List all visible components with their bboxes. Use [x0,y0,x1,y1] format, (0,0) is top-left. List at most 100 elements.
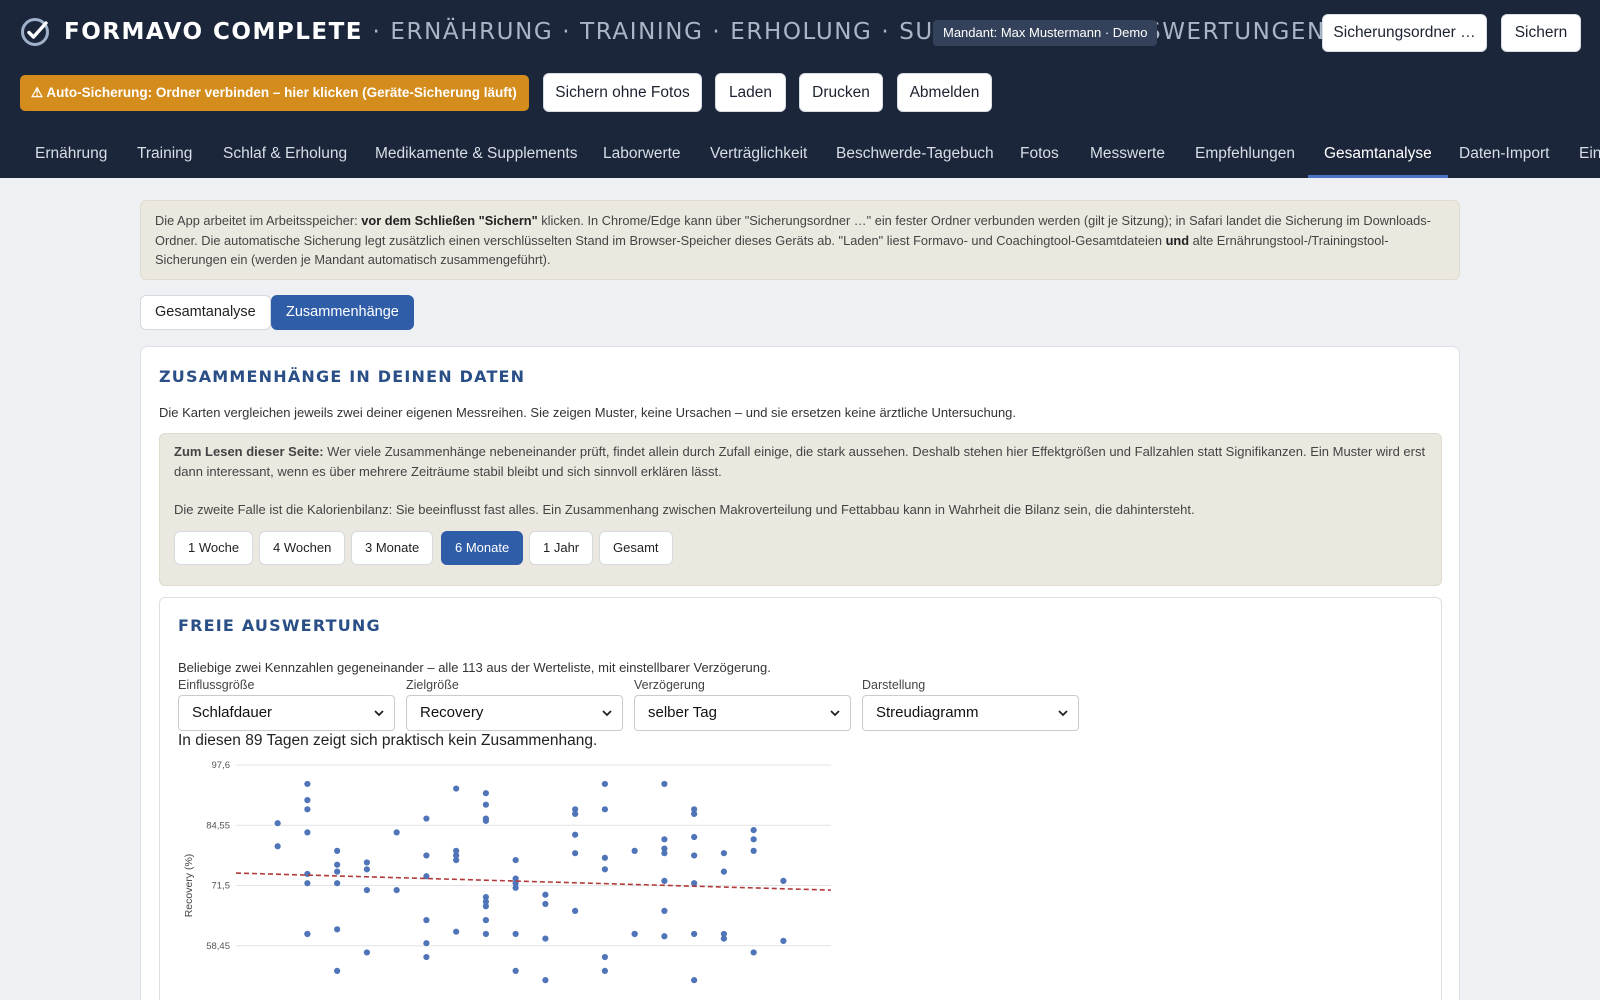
nav-tab-fotos[interactable]: Fotos [1020,134,1059,178]
data-point [750,826,757,834]
reading-hint-text: Zum Lesen dieser Seite: Wer viele Zusamm… [174,442,1429,481]
display-label: Darstellung [862,678,926,692]
chevron-down-icon [830,710,840,717]
delay-select-value: selber Tag [648,704,717,721]
data-point [423,815,430,822]
reading-hint-box: Zum Lesen dieser Seite: Wer viele Zusamm… [159,433,1442,586]
delay-select[interactable]: selber Tag [634,695,851,731]
print-button[interactable]: Drucken [799,73,883,112]
nav-tab-training[interactable]: Training [137,134,192,178]
target-select[interactable]: Recovery [406,695,623,731]
main-nav: Ernährung Training Schlaf & Erholung Med… [0,134,1600,178]
data-point [304,780,311,788]
data-point [542,900,549,908]
data-point [661,850,668,857]
data-point [363,887,370,894]
y-axis-label: Recovery (%) [183,854,195,918]
display-select-value: Streudiagramm [876,704,979,721]
data-point [482,817,489,824]
data-point [304,806,311,813]
nav-tab-laborwerte[interactable]: Laborwerte [603,134,681,178]
data-point [363,859,370,866]
nav-tab-empfehlungen[interactable]: Empfehlungen [1195,134,1295,178]
data-point [512,967,519,975]
data-point [720,935,728,942]
section-title: ZUSAMMENHÄNGE IN DEINEN DATEN [159,367,526,386]
info-notice: Die App arbeitet im Arbeitsspeicher: vor… [140,200,1460,280]
save-without-photos-button[interactable]: Sichern ohne Fotos [543,73,702,112]
nav-tab-vertraeglichkeit[interactable]: Verträglichkeit [710,134,807,178]
nav-tab-einstellungen[interactable]: Ein [1579,134,1600,178]
data-point [512,884,519,891]
nav-tab-messwerte[interactable]: Messwerte [1090,134,1165,178]
load-button[interactable]: Laden [715,73,786,112]
subtab-zusammenhaenge[interactable]: Zusammenhänge [271,295,414,330]
range-4-wochen[interactable]: 4 Wochen [259,531,346,565]
data-point [304,930,311,938]
nav-tab-daten-import[interactable]: Daten-Import [1459,134,1549,178]
nav-tab-ernaehrung[interactable]: Ernährung [35,134,107,178]
data-point [334,926,341,933]
influence-select[interactable]: Schlafdauer [178,695,395,731]
section-description: Die Karten vergleichen jeweils zwei dein… [159,405,1017,420]
data-point [691,852,698,859]
data-point [363,949,370,956]
data-point [363,866,370,873]
data-point [691,833,698,841]
y-tick-label: 71,5 [212,881,231,892]
auto-backup-warning-button[interactable]: ⚠ Auto-Sicherung: Ordner verbinden – hie… [20,75,529,111]
data-point [631,930,638,938]
data-point [780,877,787,884]
correlations-card: ZUSAMMENHÄNGE IN DEINEN DATEN Die Karten… [140,346,1460,1000]
mandant-badge: Mandant: Max Mustermann · Demo [933,20,1158,46]
data-point [661,907,668,914]
influence-label: Einflussgröße [178,678,255,692]
data-point [661,877,668,884]
subtab-gesamtanalyse[interactable]: Gesamtanalyse [140,295,271,330]
correlation-summary: In diesen 89 Tagen zeigt sich praktisch … [178,732,598,749]
range-3-monate[interactable]: 3 Monate [351,531,434,565]
data-point [780,937,787,945]
backup-folder-button[interactable]: Sicherungsordner … [1322,14,1487,52]
range-1-woche[interactable]: 1 Woche [174,531,254,565]
data-point [572,810,579,818]
free-analysis-description: Beliebige zwei Kennzahlen gegeneinander … [178,660,771,675]
range-1-jahr[interactable]: 1 Jahr [529,531,594,565]
data-point [572,831,579,838]
info-bold-1: vor dem Schließen "Sichern" [361,213,538,228]
data-point [750,949,757,956]
data-point [512,857,519,864]
data-point [542,935,549,942]
data-point [423,940,430,947]
target-select-value: Recovery [420,704,484,721]
data-point [572,907,579,914]
nav-tab-schlaf[interactable]: Schlaf & Erholung [223,134,347,178]
data-point [601,967,608,975]
data-point [482,790,489,797]
data-point [601,806,608,813]
data-point [542,977,549,984]
chevron-down-icon [1058,710,1068,717]
range-6-monate[interactable]: 6 Monate [441,531,524,565]
data-point [750,836,757,843]
data-point [631,847,638,854]
data-point [691,810,698,818]
range-gesamt[interactable]: Gesamt [599,531,673,565]
save-button[interactable]: Sichern [1501,14,1581,52]
data-point [423,917,430,924]
data-point [601,953,608,961]
nav-tab-gesamtanalyse[interactable]: Gesamtanalyse [1308,134,1448,178]
data-point [601,780,608,788]
data-point [720,850,728,857]
data-point [482,930,489,938]
data-point [304,829,311,836]
data-point [482,917,489,924]
data-point [482,801,489,808]
nav-tab-medikamente[interactable]: Medikamente & Supplements [375,134,577,178]
data-point [542,891,549,898]
logout-button[interactable]: Abmelden [897,73,992,112]
display-select[interactable]: Streudiagramm [862,695,1079,731]
reading-hint-label: Zum Lesen dieser Seite: [174,444,324,459]
data-point [512,930,519,938]
nav-tab-beschwerde[interactable]: Beschwerde-Tagebuch [836,134,994,178]
